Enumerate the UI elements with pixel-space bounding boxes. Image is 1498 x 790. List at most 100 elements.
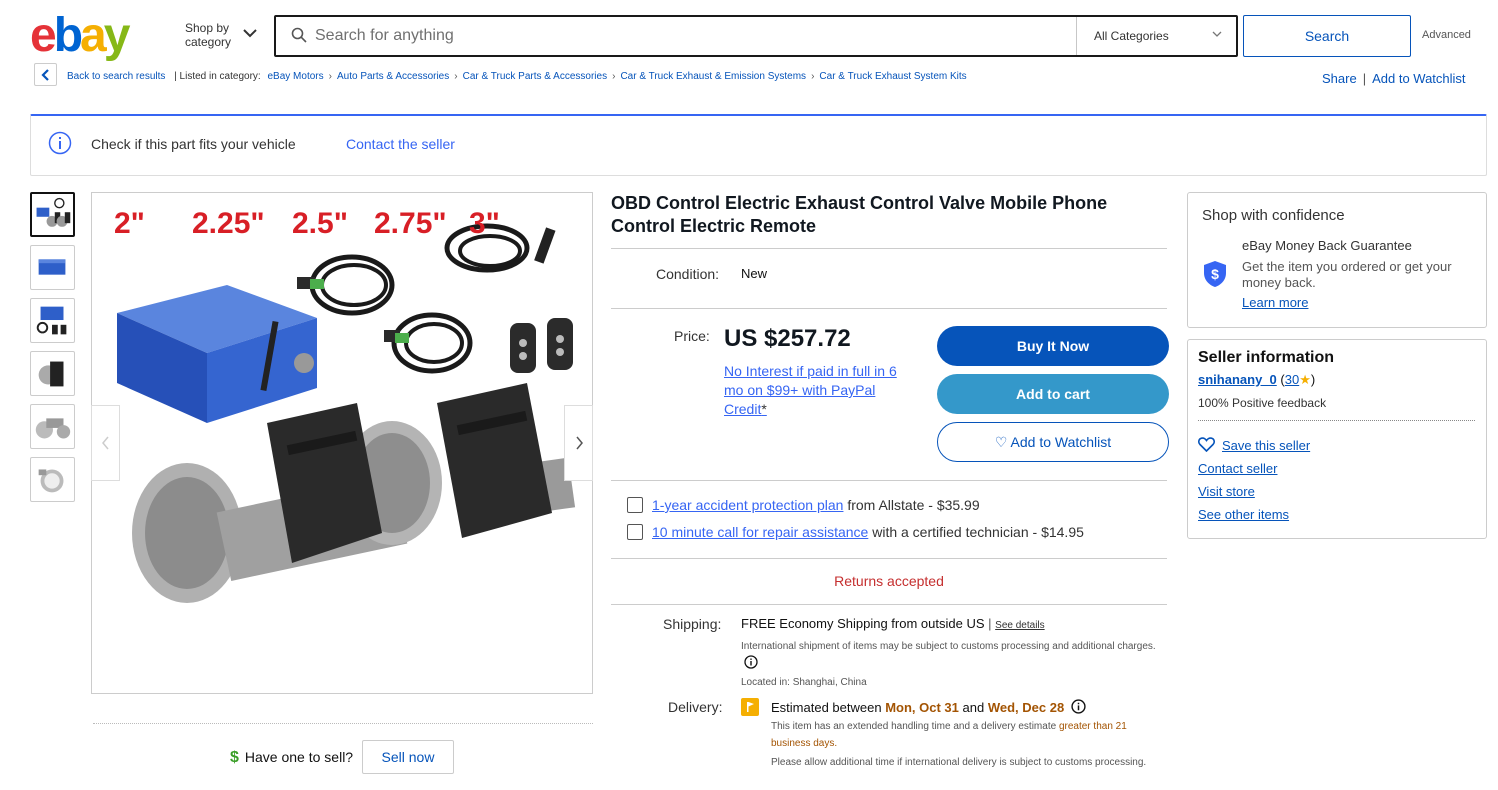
logo-letter: e: [30, 9, 57, 62]
thumbnail-5[interactable]: [30, 404, 75, 449]
chevron-right-icon: ›: [811, 71, 815, 82]
free-label: FREE: [741, 616, 776, 631]
condition-label: Condition:: [656, 266, 720, 282]
shipping-text: Economy Shipping from outside US: [779, 616, 985, 631]
see-other-items-link[interactable]: See other items: [1198, 507, 1289, 522]
learn-more-link[interactable]: Learn more: [1242, 295, 1308, 310]
breadcrumb-link[interactable]: Car & Truck Exhaust & Emission Systems: [620, 71, 806, 82]
image-size-label: 2.25": [192, 207, 265, 240]
paypal-credit-link[interactable]: No Interest if paid in full in 6 mo on $…: [724, 362, 916, 419]
svg-text:2" 2.25" 2.5": 2" 2.25" 2.5" 2.75" 3": [114, 207, 500, 240]
visit-store-link[interactable]: Visit store: [1198, 484, 1255, 499]
next-image-button[interactable]: [564, 405, 593, 481]
divider: [611, 248, 1167, 249]
chevron-right-icon: ›: [328, 71, 332, 82]
seller-name-row: snihanany_0 (30★): [1198, 372, 1315, 388]
divider: [611, 558, 1167, 559]
breadcrumb-link[interactable]: Auto Parts & Accessories: [337, 71, 449, 82]
back-button[interactable]: [34, 63, 57, 86]
money-back-title: eBay Money Back Guarantee: [1242, 238, 1412, 253]
sell-now-button[interactable]: Sell now: [362, 740, 454, 774]
divider: [1198, 420, 1475, 421]
fit-check-text[interactable]: Check if this part fits your vehicle: [91, 136, 296, 152]
protection-plan: 1-year accident protection plan from All…: [652, 497, 980, 513]
ebay-logo[interactable]: ebay: [30, 12, 150, 62]
repair-assist-link[interactable]: 10 minute call for repair assistance: [652, 524, 868, 540]
protection-plan-link[interactable]: 1-year accident protection plan: [652, 497, 843, 513]
price-value: US $257.72: [724, 325, 851, 352]
thumbnail-1[interactable]: [30, 192, 75, 237]
chevron-left-icon: [101, 436, 109, 450]
thumbnail-6[interactable]: [30, 457, 75, 502]
thumbnail-2[interactable]: [30, 245, 75, 290]
info-icon: [48, 131, 72, 155]
chevron-right-icon: [575, 436, 583, 450]
protection-plan-checkbox[interactable]: [627, 497, 643, 513]
back-to-results-link[interactable]: Back to search results: [67, 71, 165, 82]
advanced-search-link[interactable]: Advanced: [1422, 29, 1471, 41]
add-to-watchlist-link[interactable]: Add to Watchlist: [1372, 71, 1465, 86]
feedback-score-link[interactable]: 30: [1285, 372, 1299, 387]
contact-seller-link[interactable]: Contact seller: [1198, 461, 1277, 476]
info-icon[interactable]: [1071, 699, 1086, 714]
handling-text: This item has an extended handling time …: [771, 721, 1057, 732]
thumbnail-4[interactable]: [30, 351, 75, 396]
repair-assist-checkbox[interactable]: [627, 524, 643, 540]
see-details-link[interactable]: See details: [995, 620, 1044, 631]
search-input[interactable]: [315, 17, 1065, 55]
chevron-right-icon: ›: [454, 71, 458, 82]
contact-seller-link[interactable]: Contact the seller: [346, 136, 455, 152]
item-title: OBD Control Electric Exhaust Control Val…: [611, 193, 1108, 236]
positive-feedback: 100% Positive feedback: [1198, 396, 1327, 410]
logo-letter: a: [80, 9, 107, 62]
main-product-image[interactable]: 2" 2.25" 2.5" 2.75" 3": [91, 192, 593, 694]
info-icon[interactable]: [744, 655, 758, 669]
add-to-watchlist-button[interactable]: ♡ Add to Watchlist: [937, 422, 1169, 462]
breadcrumb-link[interactable]: eBay Motors: [267, 71, 323, 82]
category-label: category: [185, 35, 232, 49]
handling-note: This item has an extended handling time …: [771, 718, 1166, 752]
svg-text:$: $: [1211, 266, 1219, 282]
chevron-down-icon: [1212, 31, 1222, 37]
divider: |: [988, 616, 992, 631]
shop-by-category[interactable]: Shop by category: [185, 21, 231, 49]
chevron-left-icon: [40, 68, 49, 81]
paren: ): [1310, 372, 1316, 387]
delivery-estimate: Estimated between Mon, Oct 31 and Wed, D…: [771, 699, 1086, 715]
listed-in-label: | Listed in category:: [174, 71, 261, 82]
logo-letter: b: [53, 9, 83, 62]
delivery-from-date: Mon, Oct 31: [885, 700, 959, 715]
heart-icon[interactable]: [1198, 437, 1215, 452]
add-to-cart-button[interactable]: Add to cart: [937, 374, 1169, 414]
divider: |: [1362, 71, 1367, 86]
protection-plan-price: from Allstate - $35.99: [847, 497, 980, 513]
repair-assist: 10 minute call for repair assistance wit…: [652, 524, 1084, 540]
chevron-down-icon[interactable]: [243, 28, 257, 38]
image-size-label: 2.75": [374, 207, 447, 240]
shipping-value: FREE Economy Shipping from outside US | …: [741, 616, 1045, 631]
breadcrumb-link[interactable]: Car & Truck Exhaust System Kits: [819, 71, 966, 82]
share-link[interactable]: Share: [1322, 71, 1357, 86]
logo-letter: y: [103, 9, 131, 62]
confidence-title: Shop with confidence: [1202, 207, 1345, 224]
breadcrumb-link[interactable]: Car & Truck Parts & Accessories: [463, 71, 608, 82]
returns-status: Returns accepted: [834, 573, 944, 589]
image-size-label: 3": [469, 207, 500, 240]
footnote-star: *: [761, 401, 767, 417]
save-seller-link[interactable]: Save this seller: [1222, 438, 1310, 453]
repair-assist-price: with a certified technician - $14.95: [872, 524, 1084, 540]
buy-it-now-button[interactable]: Buy It Now: [937, 326, 1169, 366]
watchlist-label: Add to Watchlist: [1010, 434, 1112, 450]
prev-image-button[interactable]: [91, 405, 120, 481]
divider: [611, 480, 1167, 481]
search-button[interactable]: Search: [1243, 15, 1411, 57]
delivery-to-date: Wed, Dec 28: [987, 700, 1065, 715]
divider: [611, 308, 1167, 309]
share-watch-links: Share | Add to Watchlist: [1322, 71, 1466, 86]
search-icon: [291, 27, 307, 43]
have-one-label: Have one to sell?: [244, 749, 354, 765]
intl-note-text: International shipment of items may be s…: [741, 641, 1156, 652]
seller-name-link[interactable]: snihanany_0: [1198, 372, 1277, 387]
condition-value: New: [741, 266, 768, 281]
thumbnail-3[interactable]: [30, 298, 75, 343]
